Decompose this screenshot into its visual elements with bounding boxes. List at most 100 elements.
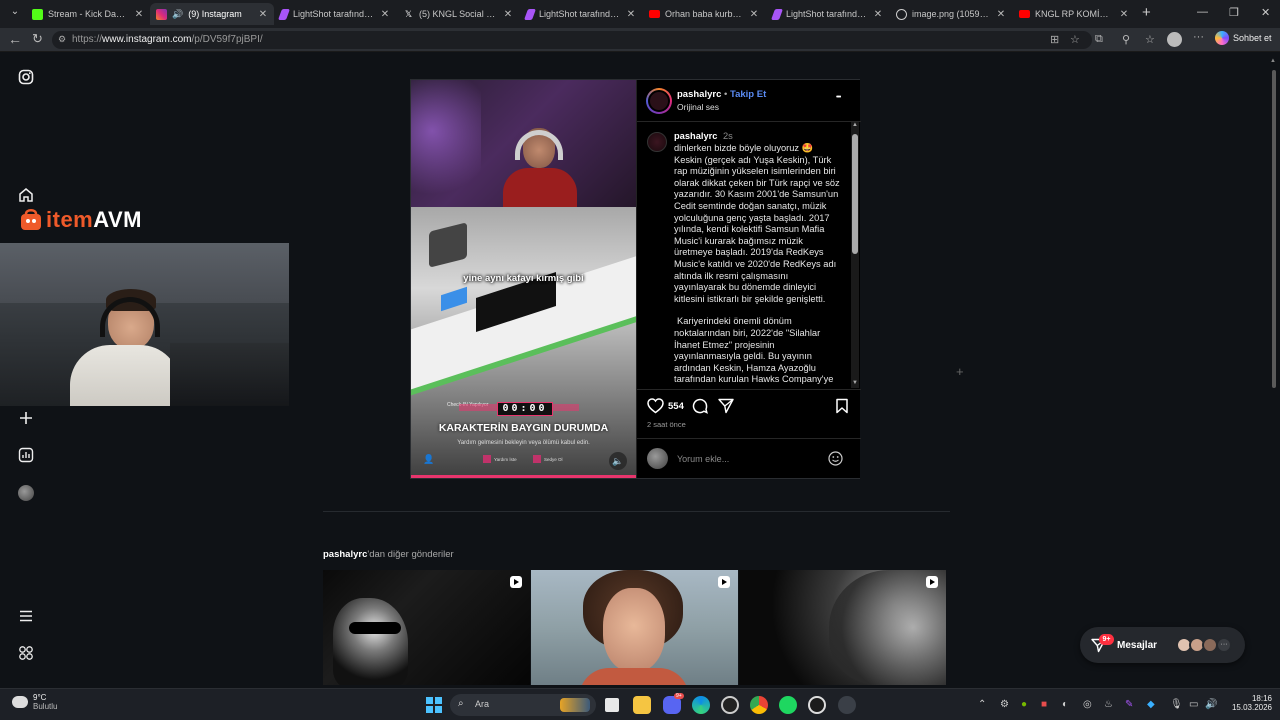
post-video[interactable]: yine aynı kafayı kırmış gibi Check-IN Ya… <box>411 80 636 478</box>
profile-avatar[interactable] <box>1167 32 1182 47</box>
thumb2-face <box>603 588 665 672</box>
start-button[interactable] <box>426 697 442 713</box>
comment-icon[interactable] <box>692 398 708 419</box>
scroll-up-icon[interactable]: ▲ <box>852 122 858 128</box>
close-tab-icon[interactable]: ✕ <box>380 9 390 20</box>
task-view-icon[interactable] <box>605 698 619 712</box>
split-screen-icon[interactable]: ⚲ <box>1122 33 1130 46</box>
comment-avatar[interactable] <box>647 132 667 152</box>
comment-author[interactable]: pashalyrc <box>674 131 717 141</box>
favorites-icon[interactable]: ☆ <box>1145 33 1155 46</box>
tray-app-icon[interactable]: ◆ <box>1147 699 1155 710</box>
scroll-down-icon[interactable]: ▼ <box>852 380 858 386</box>
video-user-tag-icon[interactable]: 👤 <box>423 454 434 465</box>
close-tab-icon[interactable]: ✕ <box>503 9 513 20</box>
mute-toggle-icon[interactable]: 🔈 <box>609 452 627 470</box>
spotify-icon[interactable] <box>779 696 797 714</box>
more-post-thumbnail-3[interactable] <box>739 570 946 685</box>
address-bar[interactable]: ⚙ https://www.instagram.com/p/DV59f7pjBP… <box>52 31 1092 49</box>
create-icon[interactable] <box>18 410 36 428</box>
post-timestamp[interactable]: 2 saat önce <box>647 420 686 429</box>
app-arrow-icon[interactable] <box>838 696 856 714</box>
steam-like-icon[interactable] <box>721 696 739 714</box>
tab-lightshot-3[interactable]: LightShot tarafından Ek ✕ <box>767 3 889 25</box>
network-icon[interactable]: ▭ <box>1189 699 1198 710</box>
author-avatar[interactable] <box>646 88 672 114</box>
post-options-icon[interactable]: ••• <box>836 94 841 101</box>
clock[interactable]: 18:16 15.03.2026 <box>1226 694 1272 712</box>
tray-app-icon[interactable]: ⚙ <box>1000 699 1009 710</box>
back-icon[interactable]: ← <box>8 31 22 47</box>
favorite-star-icon[interactable]: ☆ <box>1070 33 1080 46</box>
instagram-logo-icon[interactable] <box>18 69 36 87</box>
tab-lightshot-2[interactable]: LightShot tarafından Ek ✕ <box>520 3 642 25</box>
tab-actions-chevron-icon[interactable]: ⌄ <box>8 6 22 20</box>
edge-icon[interactable] <box>692 696 710 714</box>
tab-image-png[interactable]: image.png (1059×538) ✕ <box>890 3 1012 25</box>
dashboard-icon[interactable] <box>18 447 36 465</box>
tab-lightshot-1[interactable]: LightShot tarafından Ek ✕ <box>274 3 396 25</box>
tray-steam-icon[interactable]: ♨ <box>1104 699 1113 710</box>
caption-scrollbar[interactable]: ▲ ▼ <box>851 122 859 388</box>
tray-app-icon[interactable]: ◎ <box>1083 699 1092 710</box>
extensions-icon[interactable]: ⧉ <box>1095 33 1103 46</box>
more-post-thumbnail-2[interactable] <box>531 570 738 685</box>
search-box[interactable]: ⌕ Ara <box>450 694 596 716</box>
menu-icon[interactable] <box>18 608 36 626</box>
file-explorer-icon[interactable] <box>633 696 651 714</box>
save-bookmark-icon[interactable] <box>835 398 849 419</box>
copilot-button[interactable]: Sohbet et <box>1215 31 1272 45</box>
tab-kngl-social[interactable]: 𝕏 (5) KNGL Social Commu ✕ <box>397 3 519 25</box>
new-tab-icon[interactable]: + <box>1142 4 1151 21</box>
page-scrollbar-thumb[interactable] <box>1272 70 1276 388</box>
follow-button[interactable]: Takip Et <box>730 89 766 100</box>
scrollbar-thumb[interactable] <box>852 134 858 254</box>
profile-avatar[interactable] <box>18 485 36 503</box>
show-hidden-icons-icon[interactable]: ⌃ <box>978 699 986 710</box>
share-icon[interactable] <box>718 398 734 419</box>
like-icon[interactable] <box>647 398 664 419</box>
close-tab-icon[interactable]: ✕ <box>749 9 759 20</box>
close-tab-icon[interactable]: ✕ <box>258 9 268 20</box>
more-options-icon[interactable]: ··· <box>1193 31 1204 43</box>
more-post-thumbnail-1[interactable] <box>323 570 530 685</box>
tray-nvidia-icon[interactable]: ● <box>1021 699 1027 710</box>
refresh-icon[interactable]: ↻ <box>32 31 43 47</box>
app-available-icon[interactable]: ⊞ <box>1050 33 1059 46</box>
close-window-icon[interactable]: ✕ <box>1261 6 1270 19</box>
emoji-picker-icon[interactable] <box>828 451 843 471</box>
tab-instagram[interactable]: 🔊 (9) Instagram ✕ <box>150 3 274 25</box>
minimize-icon[interactable]: — <box>1197 6 1208 18</box>
messages-button[interactable]: 9+ Mesajlar ··· <box>1080 627 1245 663</box>
page-scroll-up-icon[interactable]: ▲ <box>1270 58 1276 64</box>
video-progress-bar[interactable] <box>411 475 636 478</box>
author-username[interactable]: pashalyrc <box>677 89 721 100</box>
page-scrollbar[interactable]: ▲ <box>1270 58 1278 388</box>
close-tab-icon[interactable]: ✕ <box>996 9 1006 20</box>
like-count[interactable]: 554 <box>668 401 684 412</box>
tab-youtube-kngl[interactable]: KNGL RP KOMİK ANLAR ✕ <box>1013 3 1135 25</box>
comment-input[interactable]: Yorum ekle... <box>677 454 817 464</box>
site-info-icon[interactable]: ⚙ <box>58 34 66 45</box>
close-tab-icon[interactable]: ✕ <box>1119 9 1129 20</box>
close-tab-icon[interactable]: ✕ <box>626 9 636 20</box>
home-icon[interactable] <box>18 187 36 205</box>
obs-icon[interactable] <box>808 696 826 714</box>
close-tab-icon[interactable]: ✕ <box>134 9 144 20</box>
tray-lightshot-icon[interactable]: ✎ <box>1125 699 1133 710</box>
tab-kick-dashboard[interactable]: Stream - Kick Dashboard ✕ <box>26 3 150 25</box>
chrome-icon[interactable] <box>750 696 768 714</box>
audio-playing-icon[interactable]: 🔊 <box>172 9 183 20</box>
tab-youtube-orhan[interactable]: Orhan baba kurban oluy ✕ <box>643 3 765 25</box>
volume-icon[interactable]: 🔊 <box>1205 699 1217 710</box>
weather-widget[interactable]: 9°C Bulutlu <box>12 693 57 711</box>
also-from-meta-icon[interactable] <box>18 645 36 663</box>
tray-app-icon[interactable]: ◐ <box>1062 699 1068 710</box>
close-tab-icon[interactable]: ✕ <box>873 9 883 20</box>
url-text[interactable]: https://www.instagram.com/p/DV59f7pjBPI/ <box>72 34 263 45</box>
restore-icon[interactable]: ❐ <box>1229 6 1239 19</box>
microphone-icon[interactable]: 🎙 <box>1170 699 1183 710</box>
more-posts-user[interactable]: pashalyrc <box>323 549 367 560</box>
tray-app-icon[interactable]: ■ <box>1041 699 1047 710</box>
audio-label[interactable]: Orijinal ses <box>677 102 719 112</box>
